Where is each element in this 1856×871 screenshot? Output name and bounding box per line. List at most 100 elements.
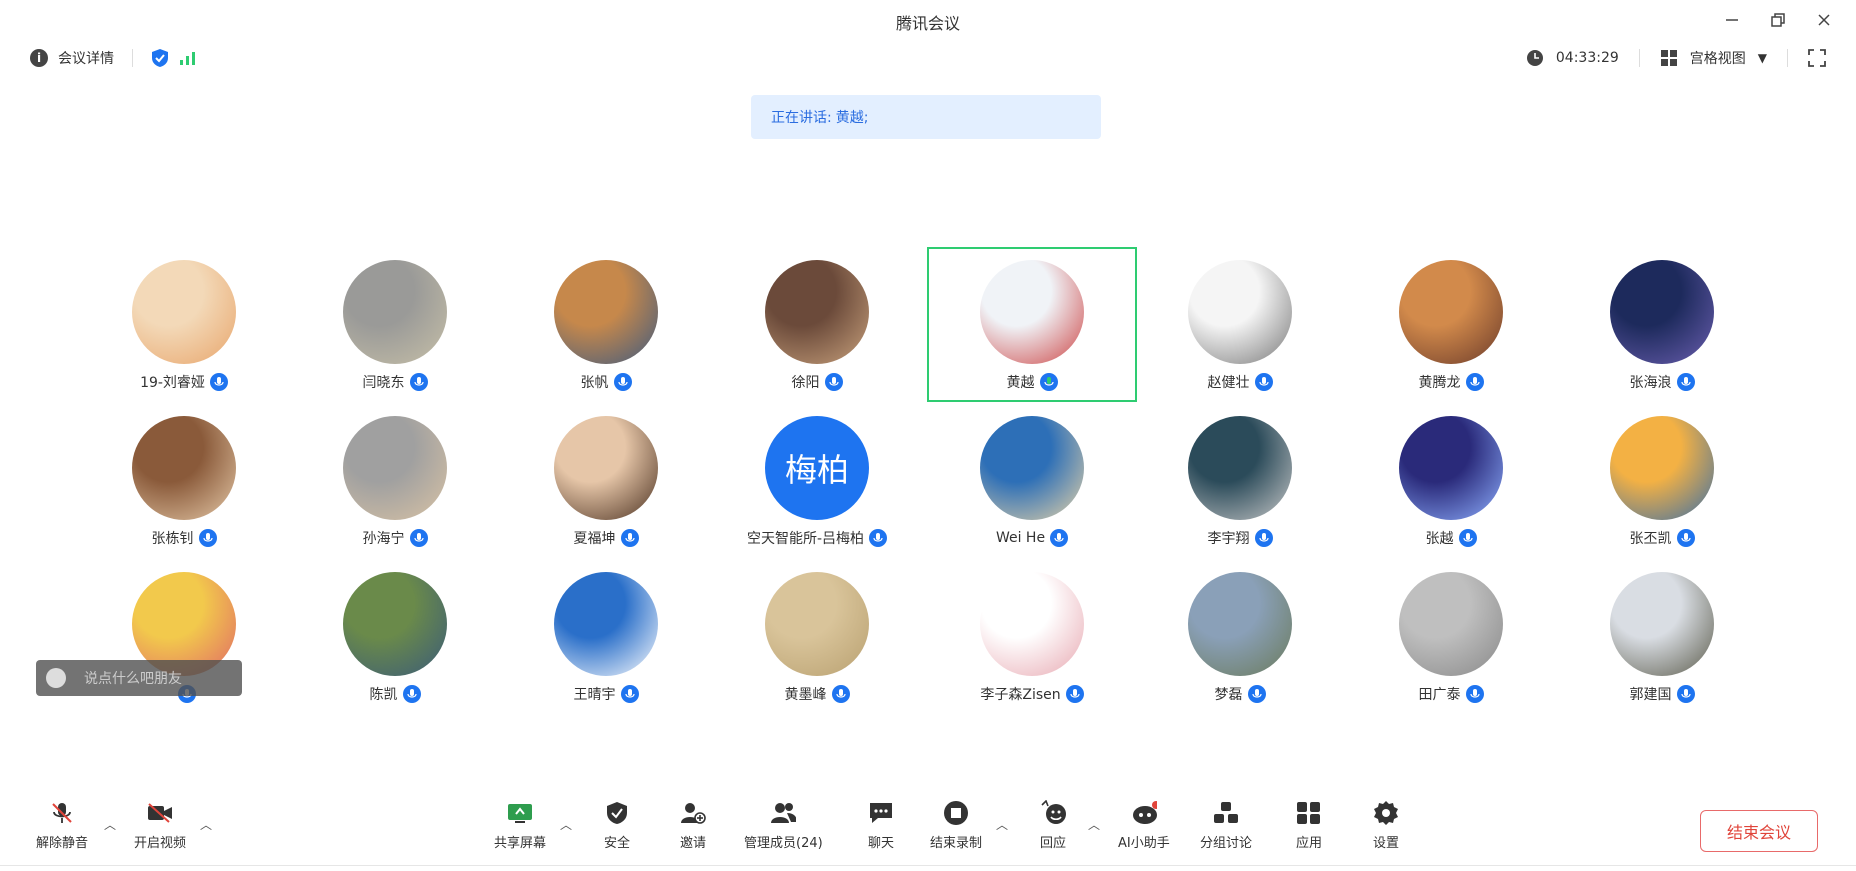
end-recording-button[interactable]: 结束录制: [930, 800, 982, 851]
avatar: [980, 260, 1084, 364]
chat-icon: [868, 800, 894, 826]
breakout-rooms-button[interactable]: 分组讨论: [1200, 800, 1252, 851]
participant-tile[interactable]: 黄腾龙: [1346, 260, 1556, 392]
mic-icon: [1676, 685, 1695, 703]
participant-tile[interactable]: 张帆: [501, 260, 711, 392]
participant-name-row: 梦磊: [1135, 684, 1345, 704]
shield-icon[interactable]: [151, 48, 169, 68]
participant-name-row: 空天智能所-吕梅柏: [712, 528, 922, 548]
participant-name-row: 夏福坤: [501, 528, 711, 548]
chat-input[interactable]: 说点什么吧朋友: [36, 660, 242, 696]
participant-tile[interactable]: 赵健壮: [1135, 260, 1345, 392]
participant-tile[interactable]: 黄越: [927, 260, 1137, 392]
chevron-down-icon[interactable]: ▼: [1758, 51, 1767, 65]
participant-tile[interactable]: 李子森Zisen: [927, 572, 1137, 704]
breakout-icon: [1213, 800, 1239, 826]
participant-name-row: 张丕凯: [1557, 528, 1767, 548]
reactions-button[interactable]: 回应: [1040, 800, 1066, 851]
participant-tile[interactable]: 徐阳: [712, 260, 922, 392]
participant-tile[interactable]: 黄墨峰: [712, 572, 922, 704]
info-icon[interactable]: i: [30, 49, 48, 67]
avatar: [343, 416, 447, 520]
participant-tile[interactable]: 梦磊: [1135, 572, 1345, 704]
unmute-button[interactable]: 解除静音: [36, 800, 88, 851]
restore-icon[interactable]: [1766, 8, 1790, 32]
start-video-button[interactable]: 开启视频: [134, 800, 186, 851]
participant-tile[interactable]: 郭建国: [1557, 572, 1767, 704]
mic-icon: [620, 685, 639, 703]
participant-name-row: Wei He: [927, 528, 1137, 548]
divider: [0, 865, 1856, 866]
participant-tile[interactable]: Wei He: [927, 416, 1137, 548]
add-user-icon: [680, 800, 706, 826]
participant-name: 王晴宇: [573, 687, 616, 703]
shield-icon: [604, 800, 630, 826]
participant-name: 赵健壮: [1207, 375, 1250, 391]
signal-icon[interactable]: [179, 50, 197, 66]
security-label: 安全: [604, 836, 631, 851]
minimize-icon[interactable]: [1720, 8, 1744, 32]
chevron-up-icon[interactable]: ︿: [996, 816, 1008, 833]
gear-icon: [1373, 800, 1399, 826]
settings-label: 设置: [1373, 836, 1400, 851]
participant-tile[interactable]: 闫晓东: [290, 260, 500, 392]
participant-name: 夏福坤: [573, 531, 616, 547]
participant-name-row: 张越: [1346, 528, 1556, 548]
participant-tile[interactable]: 孙海宁: [290, 416, 500, 548]
mic-icon: [198, 529, 217, 547]
participant-tile[interactable]: 夏福坤: [501, 416, 711, 548]
participant-tile[interactable]: 19-刘睿娅: [79, 260, 289, 392]
participant-name: 张海浪: [1629, 375, 1672, 391]
info-bar: i 会议详情 04:33:29 宫格视图 ▼: [0, 40, 1856, 80]
participant-name-row: 陈凯: [290, 684, 500, 704]
close-icon[interactable]: [1812, 8, 1836, 32]
meeting-toolbar: 解除静音 ︿ 开启视频 ︿ 共享屏幕 ︿ 安全 邀请 管理成员(24) 聊天 结…: [0, 800, 1856, 871]
mic-icon: [613, 373, 632, 391]
grid-view-icon[interactable]: [1660, 49, 1678, 67]
mic-icon: [209, 373, 228, 391]
participant-name: 黄墨峰: [784, 687, 827, 703]
share-screen-icon: [507, 800, 533, 826]
security-button[interactable]: 安全: [604, 800, 630, 851]
avatar: [1610, 416, 1714, 520]
participant-name: 张帆: [580, 375, 609, 391]
invite-label: 邀请: [680, 836, 707, 851]
mic-muted-icon: [49, 800, 75, 826]
manage-members-button[interactable]: 管理成员(24): [744, 800, 823, 851]
participant-tile[interactable]: 梅柏 空天智能所-吕梅柏: [712, 416, 922, 548]
participant-name-row: 徐阳: [712, 372, 922, 392]
avatar: [1188, 260, 1292, 364]
participant-tile[interactable]: 张丕凯: [1557, 416, 1767, 548]
mic-icon: [1039, 373, 1058, 391]
mic-icon: [1458, 529, 1477, 547]
mic-icon: [1247, 685, 1266, 703]
participant-name: 李宇翔: [1207, 531, 1250, 547]
chevron-up-icon[interactable]: ︿: [560, 816, 572, 833]
participant-tile[interactable]: 李宇翔: [1135, 416, 1345, 548]
end-meeting-button[interactable]: 结束会议: [1700, 810, 1818, 852]
view-mode-selector[interactable]: 宫格视图: [1690, 48, 1746, 68]
avatar: [1399, 572, 1503, 676]
participant-tile[interactable]: 田广泰: [1346, 572, 1556, 704]
window-controls: [1720, 8, 1836, 32]
invite-button[interactable]: 邀请: [680, 800, 706, 851]
participant-tile[interactable]: 王晴宇: [501, 572, 711, 704]
chevron-up-icon[interactable]: ︿: [200, 816, 212, 833]
meeting-details-link[interactable]: 会议详情: [58, 48, 114, 68]
settings-button[interactable]: 设置: [1373, 800, 1399, 851]
share-screen-button[interactable]: 共享屏幕: [494, 800, 546, 851]
apps-button[interactable]: 应用: [1296, 800, 1322, 851]
participant-tile[interactable]: 张栋钊: [79, 416, 289, 548]
emoji-icon[interactable]: [46, 668, 66, 688]
participant-tile[interactable]: 陈凯: [290, 572, 500, 704]
end-recording-label: 结束录制: [930, 836, 983, 851]
participant-name: 黄腾龙: [1418, 375, 1461, 391]
ai-assistant-button[interactable]: AI小助手: [1118, 800, 1170, 851]
fullscreen-icon[interactable]: [1808, 49, 1826, 67]
chevron-up-icon[interactable]: ︿: [1088, 816, 1100, 833]
participant-tile[interactable]: 张越: [1346, 416, 1556, 548]
chat-button[interactable]: 聊天: [868, 800, 894, 851]
participant-tile[interactable]: 张海浪: [1557, 260, 1767, 392]
chevron-up-icon[interactable]: ︿: [104, 816, 116, 833]
participant-name: 张越: [1425, 531, 1454, 547]
